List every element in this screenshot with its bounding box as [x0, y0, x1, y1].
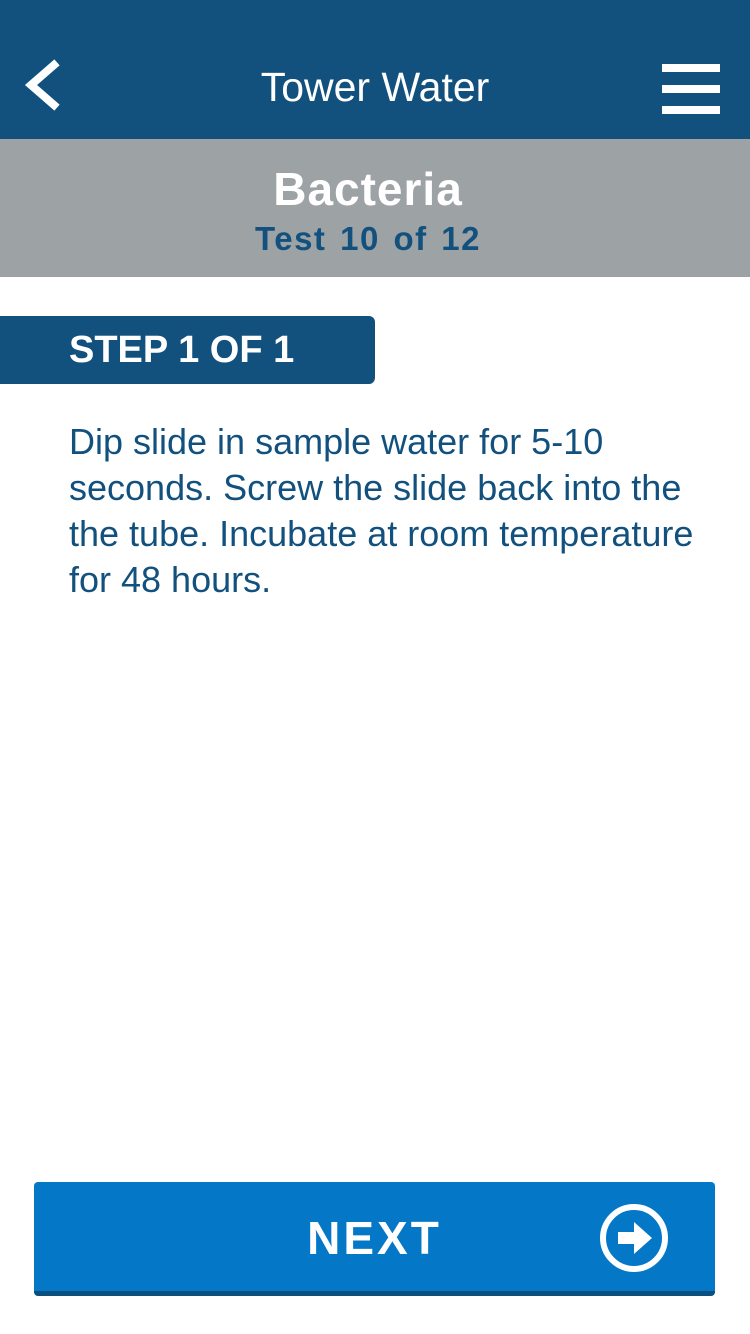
step-badge: STEP 1 OF 1 — [0, 316, 375, 384]
step-label: STEP 1 OF 1 — [69, 329, 295, 371]
test-name: Bacteria — [273, 163, 463, 215]
page-title: Tower Water — [260, 64, 490, 110]
test-progress: Test 10 of 12 — [255, 220, 481, 257]
chevron-left-icon — [24, 59, 60, 111]
menu-button[interactable] — [656, 58, 728, 120]
circle-arrow-right-icon — [598, 1202, 670, 1274]
next-button[interactable]: NEXT — [34, 1182, 715, 1296]
hamburger-menu-icon — [662, 64, 720, 114]
back-button[interactable] — [14, 50, 74, 120]
step-instructions: Dip slide in sample water for 5-10 secon… — [69, 421, 694, 600]
top-app-bar: Tower Water — [0, 0, 750, 139]
test-header: Bacteria Test 10 of 12 — [0, 139, 750, 277]
